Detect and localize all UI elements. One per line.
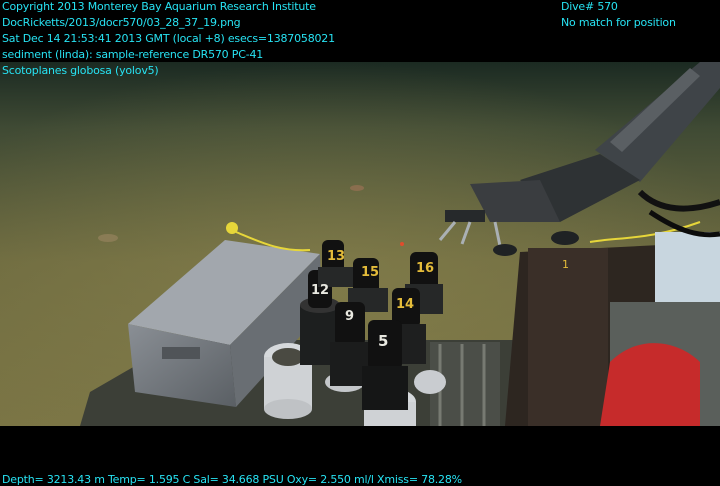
sea-cucumber (98, 234, 118, 242)
tube-label: 15 (361, 265, 379, 280)
telemetry-line: Depth= 3213.43 m Temp= 1.595 C Sal= 34.6… (2, 473, 462, 486)
sea-cucumber (350, 185, 364, 191)
tube-label: 16 (416, 261, 434, 276)
position-status: No match for position (561, 16, 676, 29)
copyright-line: Copyright 2013 Monterey Bay Aquarium Res… (2, 0, 316, 13)
rov-number: 1 (562, 258, 569, 271)
sample-reference-line: sediment (linda): sample-reference DR570… (2, 48, 264, 61)
timestamp-line: Sat Dec 14 21:53:41 2013 GMT (local +8) … (2, 32, 335, 45)
species-label: Scotoplanes globosa (yolov5) (2, 64, 159, 77)
equipment-housing (655, 232, 720, 302)
laser-dot (400, 242, 404, 246)
tube-label: 5 (378, 332, 388, 350)
dive-number: Dive# 570 (561, 0, 618, 13)
scene-illustration: 13 15 16 12 9 14 5 1 (0, 62, 720, 426)
tube-label: 9 (345, 309, 354, 324)
tube-label: 13 (327, 249, 345, 264)
image-path-line: DocRicketts/2013/docr570/03_28_37_19.png (2, 16, 241, 29)
tube-label: 14 (396, 297, 414, 312)
seafloor-scene: 13 15 16 12 9 14 5 1 (0, 62, 720, 426)
box-handle (162, 347, 200, 359)
tube-label: 12 (311, 283, 329, 298)
